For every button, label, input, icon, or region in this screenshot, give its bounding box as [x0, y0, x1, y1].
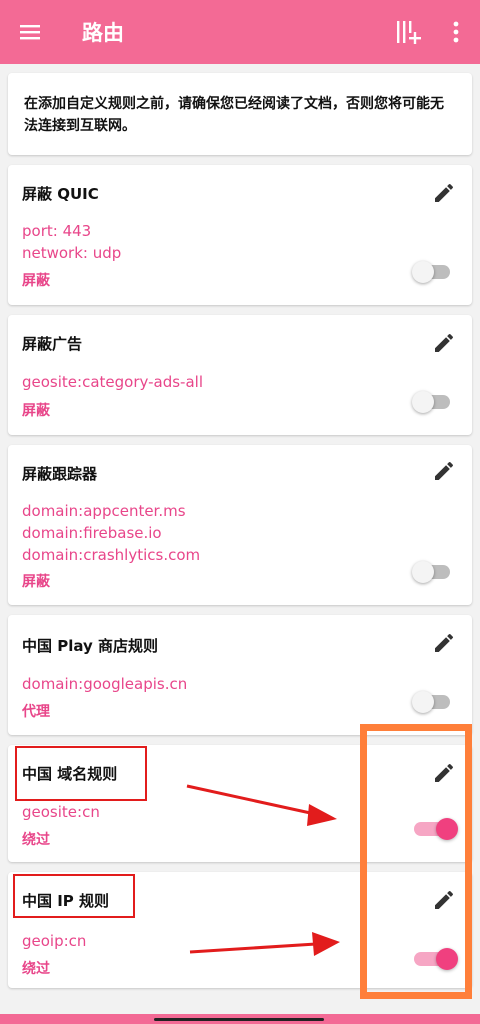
pencil-icon[interactable] — [432, 181, 456, 205]
rule-action: 代理 — [22, 704, 50, 720]
rule-card-block-trackers[interactable]: 屏蔽跟踪器 domain:appcenter.ms domain:firebas… — [8, 445, 472, 605]
rule-conditions: domain:googleapis.cn — [22, 673, 187, 695]
page-title: 路由 — [82, 21, 124, 45]
annotation-box-ip-title — [13, 874, 135, 918]
add-rule-icon[interactable] — [394, 18, 422, 46]
rule-title: 屏蔽广告 — [22, 335, 83, 353]
rule-condition: network: udp — [22, 244, 122, 262]
rule-condition: domain:appcenter.ms — [22, 502, 186, 520]
rule-condition: geosite:category-ads-all — [22, 373, 203, 391]
rule-condition: domain:crashlytics.com — [22, 546, 201, 564]
rule-toggle[interactable] — [412, 689, 452, 715]
rule-condition: port: 443 — [22, 222, 92, 240]
rule-toggle[interactable] — [412, 389, 452, 415]
app-bar: 路由 — [0, 0, 480, 64]
annotation-arrow-ip — [189, 932, 340, 956]
pencil-icon[interactable] — [432, 631, 456, 655]
rule-card-china-play[interactable]: 中国 Play 商店规则 domain:googleapis.cn 代理 — [8, 615, 472, 735]
rule-action: 屏蔽 — [22, 403, 50, 419]
pencil-icon[interactable] — [432, 331, 456, 355]
more-vert-icon[interactable] — [448, 18, 464, 46]
rule-card-block-ads[interactable]: 屏蔽广告 geosite:category-ads-all 屏蔽 — [8, 315, 472, 435]
rule-action: 屏蔽 — [22, 273, 50, 289]
pencil-icon[interactable] — [432, 459, 456, 483]
rule-card-block-quic[interactable]: 屏蔽 QUIC port: 443 network: udp 屏蔽 — [8, 165, 472, 305]
rule-conditions: domain:appcenter.ms domain:firebase.io d… — [22, 500, 200, 566]
rule-title: 中国 Play 商店规则 — [22, 637, 159, 655]
gesture-handle[interactable] — [154, 1018, 324, 1021]
rule-toggle[interactable] — [412, 259, 452, 285]
annotation-box-toggles — [360, 724, 472, 999]
rule-title: 屏蔽 QUIC — [22, 185, 99, 203]
rule-action: 绕过 — [22, 832, 50, 848]
rule-condition: geosite:cn — [22, 803, 100, 821]
rule-conditions: geosite:category-ads-all — [22, 371, 203, 393]
rule-condition: domain:firebase.io — [22, 524, 162, 542]
menu-icon[interactable] — [18, 20, 42, 44]
rule-action: 屏蔽 — [22, 574, 50, 590]
rule-conditions: port: 443 network: udp — [22, 220, 121, 264]
rule-condition: domain:googleapis.cn — [22, 675, 188, 693]
rule-conditions: geoip:cn — [22, 930, 86, 952]
rule-condition: geoip:cn — [22, 932, 87, 950]
rule-conditions: geosite:cn — [22, 801, 100, 823]
notice-card: 在添加自定义规则之前，请确保您已经阅读了文档，否则您将可能无法连接到互联网。 — [8, 73, 472, 155]
rule-action: 绕过 — [22, 961, 50, 977]
annotation-box-domain-title — [15, 746, 147, 801]
rule-title: 屏蔽跟踪器 — [22, 465, 98, 483]
navigation-bar — [0, 1014, 480, 1024]
annotation-arrow-domain — [186, 784, 337, 826]
rule-toggle[interactable] — [412, 559, 452, 585]
